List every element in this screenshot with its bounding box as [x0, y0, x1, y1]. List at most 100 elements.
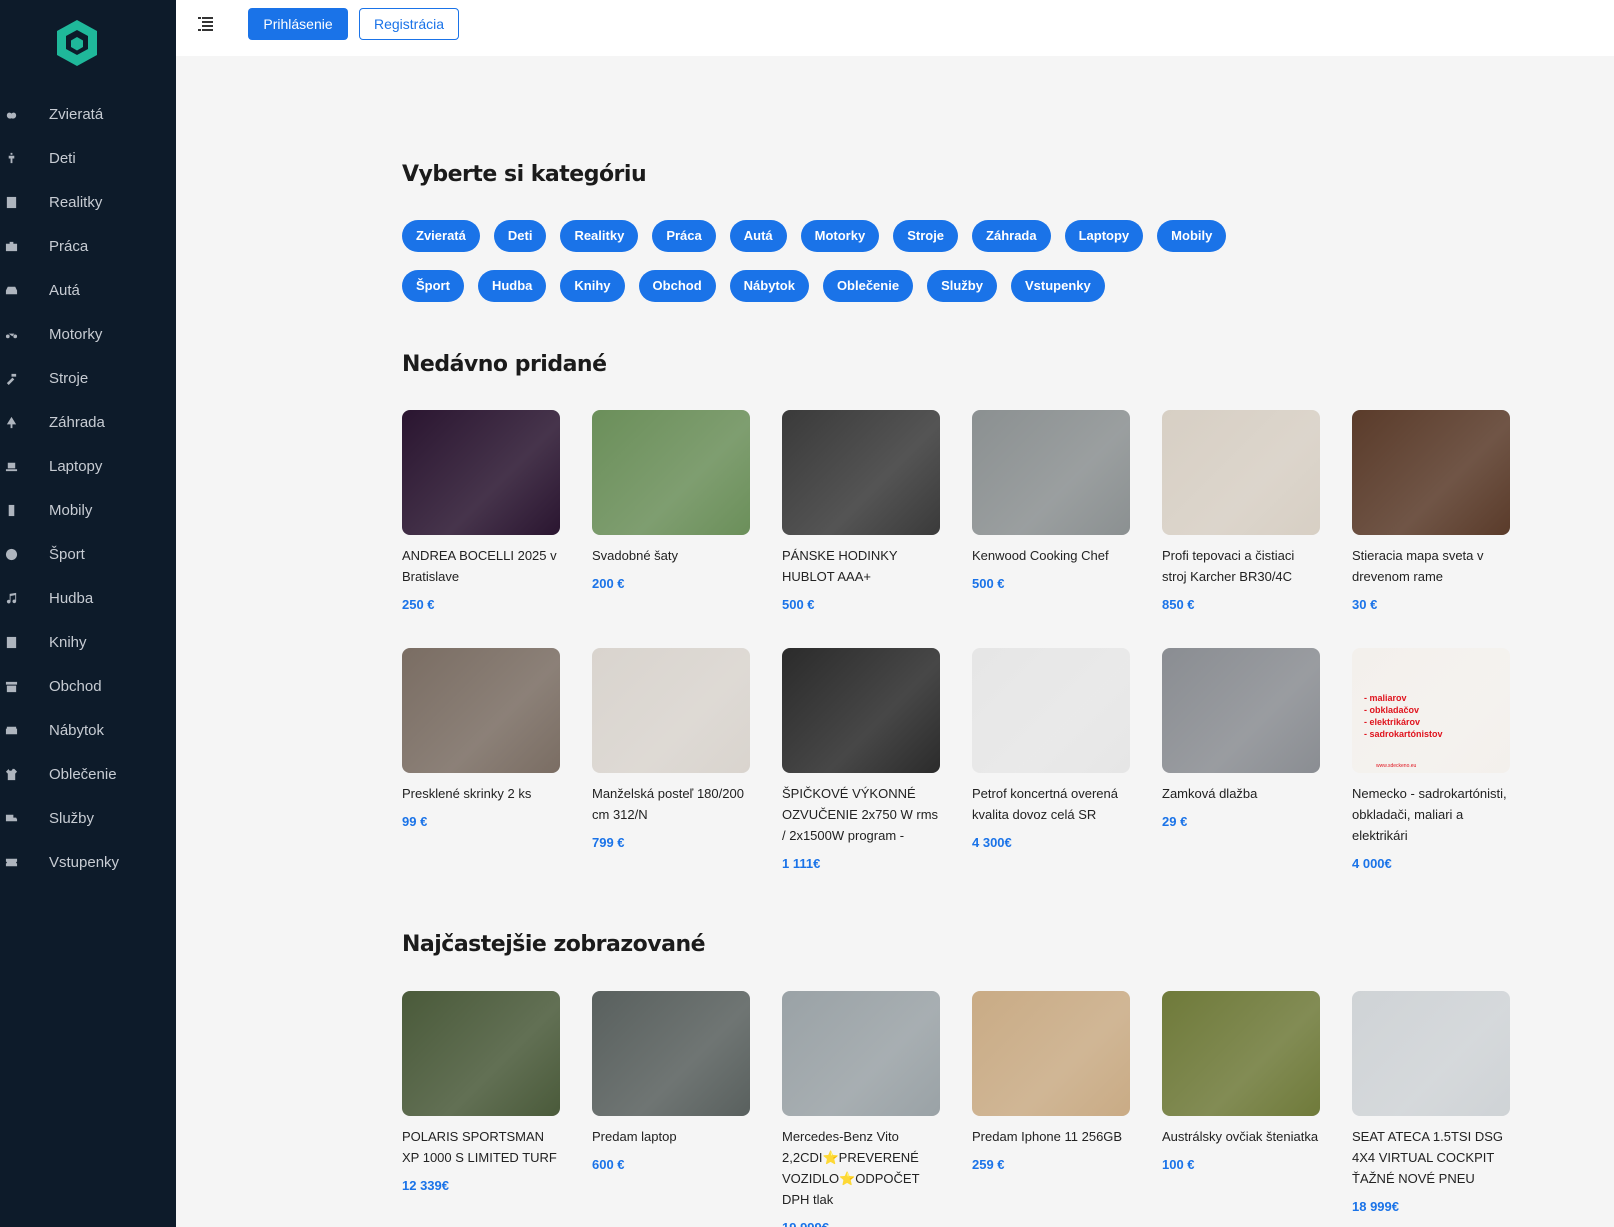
category-chip[interactable]: Obchod: [638, 270, 716, 302]
listing-card[interactable]: PÁNSKE HODINKY HUBLOT AAA+ 500 €: [782, 410, 940, 612]
category-chip[interactable]: Služby: [927, 270, 997, 302]
listing-card[interactable]: Kenwood Cooking Chef 500 €: [972, 410, 1130, 612]
listing-image[interactable]: [782, 991, 940, 1116]
listing-card[interactable]: Petrof koncertná overená kvalita dovoz c…: [972, 648, 1130, 871]
listing-title[interactable]: Petrof koncertná overená kvalita dovoz c…: [972, 783, 1130, 825]
sidebar-item-tree[interactable]: Záhrada: [0, 400, 176, 444]
listing-image[interactable]: [1162, 648, 1320, 773]
listing-image[interactable]: [402, 648, 560, 773]
listing-image[interactable]: [402, 410, 560, 535]
sidebar-item-store[interactable]: Obchod: [0, 664, 176, 708]
listing-title[interactable]: Predam Iphone 11 256GB: [972, 1126, 1130, 1147]
listing-title[interactable]: Presklené skrinky 2 ks: [402, 783, 560, 804]
sidebar-item-ball[interactable]: Šport: [0, 532, 176, 576]
listing-card[interactable]: ŠPIČKOVÉ VÝKONNÉ OZVUČENIE 2x750 W rms /…: [782, 648, 940, 871]
listing-image[interactable]: [1352, 991, 1510, 1116]
listing-card[interactable]: Svadobné šaty 200 €: [592, 410, 750, 612]
listing-image[interactable]: - maliarov - obkladačov - elektrikárov - sa…: [1352, 648, 1510, 773]
listing-title[interactable]: Zamková dlažba: [1162, 783, 1320, 804]
listing-card[interactable]: Profi tepovaci a čistiaci stroj Karcher …: [1162, 410, 1320, 612]
listing-image[interactable]: [1352, 410, 1510, 535]
menu-toggle-icon[interactable]: [198, 16, 214, 31]
listing-card[interactable]: POLARIS SPORTSMAN XP 1000 S LIMITED TURF…: [402, 991, 560, 1227]
login-button[interactable]: Prihlásenie: [248, 8, 348, 40]
listing-price: 4 000€: [1352, 856, 1392, 871]
listing-title[interactable]: Stieracia mapa sveta v drevenom rame: [1352, 545, 1510, 587]
category-chip[interactable]: Stroje: [893, 220, 959, 252]
listing-card[interactable]: Manželská posteľ 180/200 cm 312/N 799 €: [592, 648, 750, 871]
listing-card[interactable]: Mercedes-Benz Vito 2,2CDI⭐PREVERENÉ VOZI…: [782, 991, 940, 1227]
category-chip[interactable]: Zvieratá: [402, 220, 480, 252]
sidebar-item-truck[interactable]: Služby: [0, 796, 176, 840]
listing-title[interactable]: Austrálsky ovčiak šteniatka: [1162, 1126, 1320, 1147]
sidebar-item-mobile[interactable]: Mobily: [0, 488, 176, 532]
sidebar-item-child[interactable]: Deti: [0, 136, 176, 180]
listing-card[interactable]: Stieracia mapa sveta v drevenom rame 30 €: [1352, 410, 1510, 612]
listing-card[interactable]: Presklené skrinky 2 ks 99 €: [402, 648, 560, 871]
category-chip[interactable]: Vstupenky: [1010, 270, 1105, 302]
sidebar-item-car[interactable]: Autá: [0, 268, 176, 312]
category-chip[interactable]: Záhrada: [972, 220, 1051, 252]
listing-title[interactable]: POLARIS SPORTSMAN XP 1000 S LIMITED TURF: [402, 1126, 560, 1168]
category-chip[interactable]: Laptopy: [1064, 220, 1144, 252]
listing-card[interactable]: Predam laptop 600 €: [592, 991, 750, 1227]
sidebar-item-laptop[interactable]: Laptopy: [0, 444, 176, 488]
category-chip[interactable]: Práca: [652, 220, 716, 252]
listing-card[interactable]: Zamková dlažba 29 €: [1162, 648, 1320, 871]
listing-title[interactable]: Profi tepovaci a čistiaci stroj Karcher …: [1162, 545, 1320, 587]
sidebar-item-motorcycle[interactable]: Motorky: [0, 312, 176, 356]
category-chip[interactable]: Knihy: [560, 270, 625, 302]
listing-title[interactable]: Kenwood Cooking Chef: [972, 545, 1130, 566]
listing-image[interactable]: [1162, 410, 1320, 535]
listing-image[interactable]: [972, 410, 1130, 535]
listing-image[interactable]: [592, 991, 750, 1116]
listing-card[interactable]: - maliarov - obkladačov - elektrikárov - sa…: [1352, 648, 1510, 871]
listing-price: 18 999€: [1352, 1199, 1399, 1214]
sidebar-item-label: Laptopy: [49, 457, 103, 475]
listing-image[interactable]: [592, 648, 750, 773]
category-chip[interactable]: Deti: [493, 220, 547, 252]
listing-image[interactable]: [592, 410, 750, 535]
car-icon: [5, 284, 18, 296]
sidebar-item-label: Stroje: [49, 369, 89, 387]
listing-title[interactable]: PÁNSKE HODINKY HUBLOT AAA+: [782, 545, 940, 587]
listing-title[interactable]: ANDREA BOCELLI 2025 v Bratislave: [402, 545, 560, 587]
listing-card[interactable]: Austrálsky ovčiak šteniatka 100 €: [1162, 991, 1320, 1227]
listing-title[interactable]: Nemecko - sadrokartónisti, obkladači, ma…: [1352, 783, 1510, 846]
category-chip[interactable]: Realitky: [560, 220, 639, 252]
listing-title[interactable]: Manželská posteľ 180/200 cm 312/N: [592, 783, 750, 825]
sidebar-item-building[interactable]: Realitky: [0, 180, 176, 224]
category-chip[interactable]: Mobily: [1157, 220, 1227, 252]
category-chip[interactable]: Motorky: [800, 220, 880, 252]
listing-image[interactable]: [972, 648, 1130, 773]
sidebar-item-book[interactable]: Knihy: [0, 620, 176, 664]
listing-image[interactable]: [782, 410, 940, 535]
listing-image[interactable]: [782, 648, 940, 773]
listing-price: 259 €: [972, 1157, 1005, 1172]
category-chip[interactable]: Hudba: [477, 270, 547, 302]
sidebar-item-shirt[interactable]: Oblečenie: [0, 752, 176, 796]
listing-title[interactable]: ŠPIČKOVÉ VÝKONNÉ OZVUČENIE 2x750 W rms /…: [782, 783, 940, 846]
listing-card[interactable]: SEAT ATECA 1.5TSI DSG 4X4 VIRTUAL COCKPI…: [1352, 991, 1510, 1227]
sidebar-item-paw[interactable]: Zvieratá: [0, 92, 176, 136]
sidebar-item-hammer[interactable]: Stroje: [0, 356, 176, 400]
listing-image[interactable]: [1162, 991, 1320, 1116]
listing-title[interactable]: Predam laptop: [592, 1126, 750, 1147]
category-chip[interactable]: Oblečenie: [822, 270, 914, 302]
listing-card[interactable]: ANDREA BOCELLI 2025 v Bratislave 250 €: [402, 410, 560, 612]
category-chip[interactable]: Nábytok: [729, 270, 809, 302]
listing-title[interactable]: SEAT ATECA 1.5TSI DSG 4X4 VIRTUAL COCKPI…: [1352, 1126, 1510, 1189]
category-chip[interactable]: Autá: [729, 220, 787, 252]
listing-title[interactable]: Mercedes-Benz Vito 2,2CDI⭐PREVERENÉ VOZI…: [782, 1126, 940, 1210]
sidebar-item-couch[interactable]: Nábytok: [0, 708, 176, 752]
sidebar-item-briefcase[interactable]: Práca: [0, 224, 176, 268]
listing-image[interactable]: [972, 991, 1130, 1116]
sidebar-item-ticket[interactable]: Vstupenky: [0, 840, 176, 884]
site-logo[interactable]: [54, 18, 100, 68]
register-button[interactable]: Registrácia: [359, 8, 459, 40]
sidebar-item-music[interactable]: Hudba: [0, 576, 176, 620]
listing-image[interactable]: [402, 991, 560, 1116]
category-chip[interactable]: Šport: [402, 270, 464, 302]
listing-card[interactable]: Predam Iphone 11 256GB 259 €: [972, 991, 1130, 1227]
listing-title[interactable]: Svadobné šaty: [592, 545, 750, 566]
